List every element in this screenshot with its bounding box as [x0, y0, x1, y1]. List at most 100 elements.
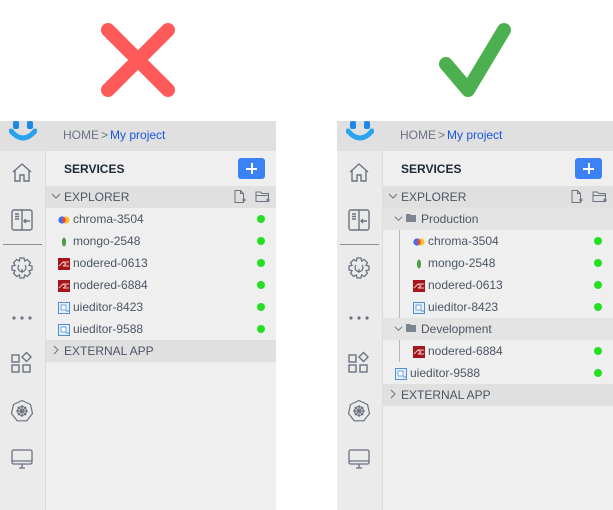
apps-icon[interactable] — [347, 351, 371, 375]
service-name: chroma-3504 — [428, 234, 499, 248]
service-name: uieditor-9588 — [73, 322, 144, 336]
settings-icon[interactable] — [347, 256, 371, 280]
services-title: SERVICES — [64, 162, 125, 176]
new-file-icon[interactable] — [232, 189, 247, 204]
service-name: mongo-2548 — [73, 234, 141, 248]
add-service-button[interactable] — [575, 158, 602, 179]
service-item[interactable]: nodered-0613 — [383, 274, 613, 296]
status-indicator — [257, 303, 265, 311]
chevron-right-icon — [390, 389, 396, 399]
new-file-icon[interactable] — [569, 189, 584, 204]
status-indicator — [257, 325, 265, 333]
service-item[interactable]: mongo-2548 — [46, 230, 276, 252]
mongo-icon — [413, 257, 425, 269]
status-indicator — [594, 237, 602, 245]
external-app-label: EXTERNAL APP — [401, 388, 491, 402]
breadcrumb-current[interactable]: My project — [447, 128, 502, 142]
add-service-button[interactable] — [238, 158, 265, 179]
status-indicator — [594, 259, 602, 267]
collapse-panel-icon[interactable] — [347, 208, 371, 232]
status-indicator — [594, 369, 602, 377]
service-name: mongo-2548 — [428, 256, 496, 270]
nodered-icon — [413, 345, 425, 358]
services-pane: SERVICES EXPLORER Production chroma-3504 m… — [383, 151, 613, 510]
service-item[interactable]: nodered-6884 — [383, 340, 613, 362]
rail-divider — [3, 244, 42, 245]
service-name: nodered-6884 — [428, 344, 503, 358]
uieditor-icon — [413, 301, 425, 314]
service-item[interactable]: uieditor-8423 — [383, 296, 613, 318]
new-folder-icon[interactable] — [592, 189, 607, 204]
kubernetes-icon[interactable] — [10, 399, 34, 423]
left-panel-incorrect: HOME > My project SERVICES EXPLORER chroma… — [0, 121, 276, 510]
services-pane: SERVICES EXPLORER chroma-3504 mongo-2548 n… — [46, 151, 276, 510]
collapse-panel-icon[interactable] — [10, 208, 34, 232]
service-item[interactable]: chroma-3504 — [383, 230, 613, 252]
folder-icon — [406, 214, 416, 222]
service-name: chroma-3504 — [73, 212, 144, 226]
uieditor-icon — [58, 323, 70, 336]
service-item[interactable]: uieditor-9588 — [46, 318, 276, 340]
right-panel-correct: HOME > My project SERVICES EXPLORER Produc… — [337, 121, 613, 510]
chevron-down-icon — [394, 326, 403, 331]
service-item[interactable]: mongo-2548 — [383, 252, 613, 274]
new-folder-icon[interactable] — [255, 189, 270, 204]
folder-icon — [406, 324, 416, 332]
logo-icon — [9, 121, 37, 141]
nodered-icon — [58, 279, 70, 292]
external-app-label: EXTERNAL APP — [64, 344, 154, 358]
service-item[interactable]: nodered-6884 — [46, 274, 276, 296]
breadcrumb: HOME > My project — [63, 128, 165, 142]
services-header: SERVICES — [383, 151, 613, 186]
mongo-icon — [58, 235, 70, 247]
kubernetes-icon[interactable] — [347, 399, 371, 423]
service-name: nodered-6884 — [73, 278, 148, 292]
monitor-icon[interactable] — [347, 447, 371, 471]
service-item[interactable]: chroma-3504 — [46, 208, 276, 230]
service-item[interactable]: uieditor-9588 — [383, 362, 613, 384]
explorer-label: EXPLORER — [64, 190, 130, 204]
folder-production[interactable]: Production — [383, 208, 613, 230]
cross-icon — [101, 23, 175, 97]
checkmark-icon — [439, 23, 511, 97]
external-app-section-header[interactable]: EXTERNAL APP — [46, 340, 276, 362]
chroma-icon — [413, 235, 425, 247]
breadcrumb-separator: > — [438, 128, 446, 142]
nodered-icon — [413, 279, 425, 292]
service-name: nodered-0613 — [428, 278, 503, 292]
breadcrumb-home[interactable]: HOME — [400, 128, 436, 142]
uieditor-icon — [395, 367, 407, 380]
status-indicator — [257, 215, 265, 223]
services-header: SERVICES — [46, 151, 276, 186]
status-indicator — [257, 259, 265, 267]
logo-icon — [346, 121, 374, 141]
tree-guide-line — [399, 230, 400, 318]
breadcrumb-home[interactable]: HOME — [63, 128, 99, 142]
breadcrumb: HOME > My project — [400, 128, 502, 142]
chevron-down-icon — [388, 193, 398, 199]
apps-icon[interactable] — [10, 351, 34, 375]
services-title: SERVICES — [401, 162, 462, 176]
breadcrumb-current[interactable]: My project — [110, 128, 165, 142]
uieditor-icon — [58, 301, 70, 314]
home-icon[interactable] — [10, 161, 34, 185]
explorer-label: EXPLORER — [401, 190, 467, 204]
explorer-section-header[interactable]: EXPLORER — [46, 186, 276, 208]
breadcrumb-separator: > — [101, 128, 109, 142]
chevron-down-icon — [394, 216, 403, 221]
more-icon[interactable] — [347, 306, 371, 330]
service-item[interactable]: nodered-0613 — [46, 252, 276, 274]
nodered-icon — [58, 257, 70, 270]
service-item[interactable]: uieditor-8423 — [46, 296, 276, 318]
folder-name: Production — [421, 212, 479, 226]
status-indicator — [257, 281, 265, 289]
explorer-section-header[interactable]: EXPLORER — [383, 186, 613, 208]
more-icon[interactable] — [10, 306, 34, 330]
folder-development[interactable]: Development — [383, 318, 613, 340]
service-name: nodered-0613 — [73, 256, 148, 270]
monitor-icon[interactable] — [10, 447, 34, 471]
home-icon[interactable] — [347, 161, 371, 185]
external-app-section-header[interactable]: EXTERNAL APP — [383, 384, 613, 406]
status-indicator — [594, 281, 602, 289]
settings-icon[interactable] — [10, 256, 34, 280]
